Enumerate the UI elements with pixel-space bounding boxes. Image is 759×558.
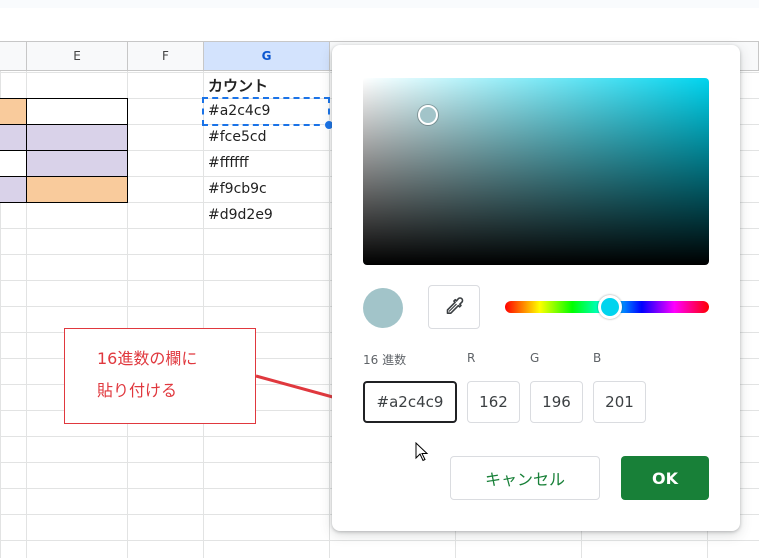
cancel-button[interactable]: キャンセル xyxy=(450,456,600,500)
fill-cell-d4[interactable] xyxy=(0,176,27,203)
hex-input[interactable]: #a2c4c9 xyxy=(363,381,457,423)
eyedropper-icon xyxy=(446,297,464,314)
g-label: G xyxy=(530,351,540,365)
annotation-callout: 16進数の欄に 貼り付ける xyxy=(64,328,256,424)
cell-g-header[interactable]: カウント xyxy=(204,72,330,98)
r-label: R xyxy=(467,351,476,365)
fill-cell-e4[interactable] xyxy=(26,176,128,203)
b-input[interactable]: 201 xyxy=(593,381,646,423)
eyedropper-button[interactable] xyxy=(428,285,480,329)
mouse-cursor-icon xyxy=(415,442,429,462)
fill-cell-d2[interactable] xyxy=(0,124,27,151)
toolbar-strip xyxy=(0,0,759,8)
r-input[interactable]: 162 xyxy=(467,381,520,423)
fill-cell-e1[interactable] xyxy=(26,98,128,125)
g-input[interactable]: 196 xyxy=(530,381,583,423)
copy-selection-border xyxy=(202,97,330,126)
formula-bar[interactable] xyxy=(0,8,759,42)
ok-button[interactable]: OK xyxy=(621,456,709,500)
saturation-thumb[interactable] xyxy=(418,105,438,125)
hue-slider-thumb[interactable] xyxy=(598,295,622,319)
cell-g-value-2[interactable]: #fce5cd xyxy=(204,124,330,150)
b-label: B xyxy=(593,351,602,365)
callout-line-1: 16進数の欄に xyxy=(97,349,198,368)
column-header-g[interactable]: G xyxy=(204,42,330,71)
column-header-f[interactable]: F xyxy=(128,42,204,71)
fill-cell-d3[interactable] xyxy=(0,150,27,177)
custom-color-dialog: 16 進数 R G B #a2c4c9 162 196 201 キャンセル OK xyxy=(332,45,740,531)
color-preview-swatch xyxy=(363,288,403,328)
cell-g-value-3[interactable]: #ffffff xyxy=(204,150,330,176)
saturation-value-area[interactable] xyxy=(363,78,709,265)
callout-line-2: 貼り付ける xyxy=(97,381,178,400)
fill-cell-e2[interactable] xyxy=(26,124,128,151)
fill-cell-d1[interactable] xyxy=(0,98,27,125)
cell-g-value-4[interactable]: #f9cb9c xyxy=(204,176,330,202)
fill-cell-e3[interactable] xyxy=(26,150,128,177)
column-header-d[interactable] xyxy=(0,42,27,71)
cell-g-value-5[interactable]: #d9d2e9 xyxy=(204,202,330,228)
hex-label: 16 進数 xyxy=(363,353,407,367)
column-header-e[interactable]: E xyxy=(27,42,128,71)
